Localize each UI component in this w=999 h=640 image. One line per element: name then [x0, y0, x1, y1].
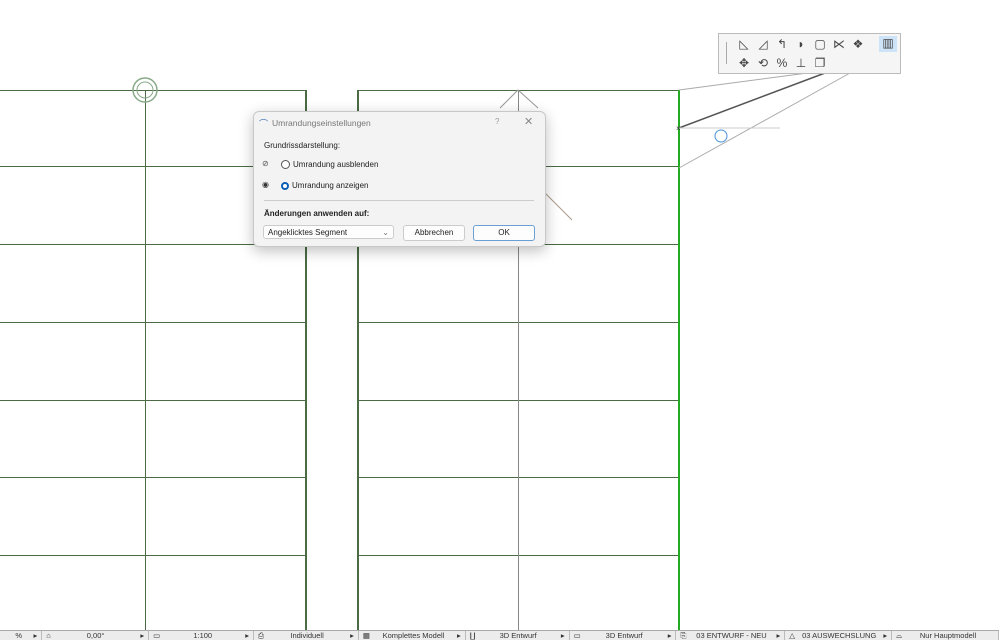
- canvas-overlay: ×: [132, 69, 851, 221]
- help-button[interactable]: ?: [495, 117, 499, 126]
- elevate-icon[interactable]: ⊥: [794, 56, 808, 70]
- cross-marker: ×: [676, 124, 681, 133]
- chamfer-icon[interactable]: ▢: [813, 37, 827, 51]
- app-icon: ⌒: [259, 119, 269, 129]
- divider: [264, 200, 534, 201]
- eye-hidden-icon: ⊘: [262, 159, 269, 168]
- offset-all-icon[interactable]: ❖: [851, 37, 865, 51]
- mirror-icon[interactable]: %: [775, 56, 789, 70]
- cancel-button[interactable]: Abbrechen: [403, 225, 465, 241]
- apply-label: Änderungen anwenden auf:: [264, 209, 370, 218]
- eye-icon: ◉: [262, 180, 269, 189]
- select-value: Angeklicktes Segment: [268, 228, 348, 237]
- radio-hide-border[interactable]: Umrandung ausblenden: [281, 160, 379, 170]
- radio-button-selected[interactable]: [281, 181, 289, 190]
- pet-palette-toolbar: ◺ ◿ ↰ ◗ ▢ ⋉ ❖ ▥ ✥ ⟲ % ⊥ ❐: [718, 33, 901, 74]
- toolbar-grip[interactable]: [726, 42, 727, 64]
- node-marker-inner: [136, 81, 154, 99]
- visibility-toggle-icon[interactable]: ▥: [879, 36, 897, 52]
- apply-to-select[interactable]: Angeklicktes Segment ⌄: [263, 225, 394, 239]
- offset-edge-icon[interactable]: ⋉: [832, 37, 846, 51]
- radio-show-border[interactable]: Umrandung anzeigen: [281, 181, 369, 190]
- fillet-icon[interactable]: ◗: [794, 37, 808, 51]
- section-label: Grundrissdarstellung:: [264, 141, 341, 150]
- curve-edge-icon[interactable]: ◿: [756, 37, 770, 51]
- cursor-marker: [714, 129, 728, 143]
- roof-marker: [499, 89, 539, 109]
- duplicate-icon[interactable]: ❐: [813, 56, 827, 70]
- insert-vertex-icon[interactable]: ◺: [737, 37, 751, 51]
- border-settings-dialog: ⌒ Umrandungseinstellungen ? ✕ Grundrissd…: [253, 111, 546, 247]
- dialog-title: Umrandungseinstellungen: [272, 118, 371, 128]
- move-icon[interactable]: ✥: [737, 56, 751, 70]
- trace-line: [543, 191, 573, 221]
- radio-label: Umrandung anzeigen: [292, 181, 369, 190]
- radio-button[interactable]: [281, 160, 290, 170]
- chevron-down-icon: ⌄: [382, 228, 389, 237]
- floor-plan-canvas[interactable]: ×: [0, 0, 999, 630]
- guide-line: [678, 72, 851, 169]
- radio-label: Umrandung ausblenden: [293, 160, 379, 169]
- ok-button[interactable]: OK: [473, 225, 535, 241]
- rotate-icon[interactable]: ⟲: [756, 56, 770, 70]
- tangent-edge-icon[interactable]: ↰: [775, 37, 789, 51]
- close-button[interactable]: ✕: [524, 115, 533, 128]
- guide-line: [678, 72, 826, 129]
